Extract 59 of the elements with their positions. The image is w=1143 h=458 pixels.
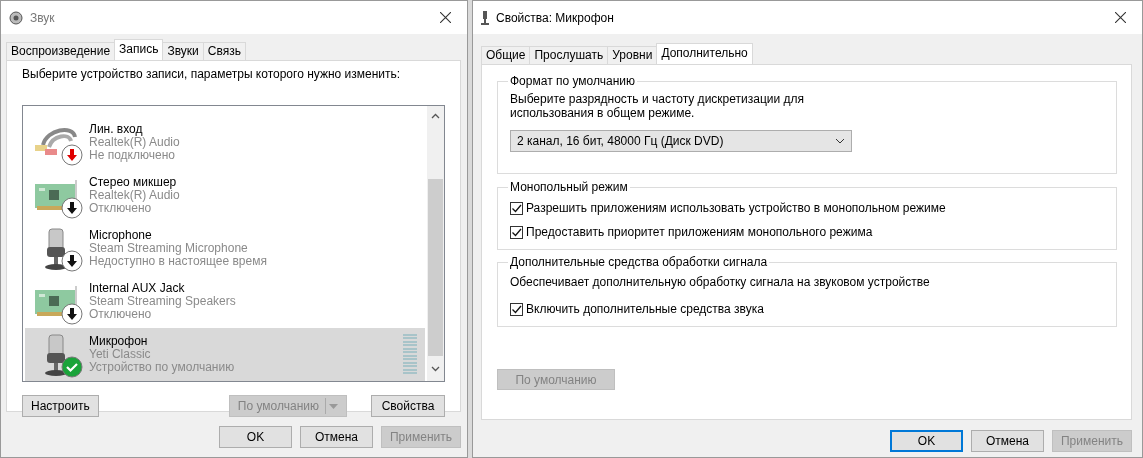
microphone-icon bbox=[481, 10, 489, 25]
device-driver: Steam Streaming Microphone bbox=[89, 242, 249, 255]
format-dropdown[interactable]: 2 канал, 16 бит, 48000 Гц (Диск DVD) bbox=[510, 130, 852, 152]
speaker-icon bbox=[9, 10, 23, 25]
configure-button[interactable]: Настроить bbox=[22, 395, 99, 417]
group-title: Формат по умолчанию bbox=[509, 74, 636, 88]
dialog-button[interactable]: OK bbox=[890, 430, 963, 452]
group-title: Дополнительные средства обработки сигнала bbox=[509, 255, 769, 269]
tab[interactable]: Уровни bbox=[607, 46, 658, 64]
device-name: Микрофон bbox=[89, 335, 149, 348]
tab[interactable]: Общие bbox=[481, 46, 531, 64]
device-item[interactable]: Internal AUX Jack Steam Streaming Speakers Отключено bbox=[25, 275, 425, 328]
close-icon bbox=[1114, 12, 1126, 23]
close-icon bbox=[439, 12, 451, 23]
tab[interactable]: Прослушать bbox=[529, 46, 609, 64]
device-status: Недоступно в настоящее время bbox=[89, 255, 268, 268]
tab[interactable]: Дополнительно bbox=[656, 43, 753, 64]
properties-button[interactable]: Свойства bbox=[371, 395, 445, 417]
checkbox-label: Разрешить приложениям использовать устройство в монопольном режиме bbox=[526, 201, 946, 215]
enhancements-description: Обеспечивает дополнительную обработку сигнала на звуковом устройстве bbox=[510, 275, 931, 289]
format-description: Выберите разрядность и частоту дискретизации для использования в общем режиме. bbox=[510, 92, 806, 120]
device-status: Устройство по умолчанию bbox=[89, 361, 236, 374]
device-driver: Realtek(R) Audio bbox=[89, 136, 181, 149]
group-title: Монопольный режим bbox=[509, 180, 629, 194]
checkbox[interactable] bbox=[510, 302, 523, 316]
checkbox-label: Включить дополнительные средства звука bbox=[526, 302, 764, 316]
dialog-button[interactable]: OK bbox=[219, 426, 292, 448]
device-status: Отключено bbox=[89, 202, 153, 215]
device-name: Microphone bbox=[89, 229, 153, 242]
device-driver: Yeti Classic bbox=[89, 348, 152, 361]
checkbox-label: Предоставить приоритет приложениям монопольного режима bbox=[526, 225, 873, 239]
device-name: Internal AUX Jack bbox=[89, 282, 186, 295]
device-status: Не подключено bbox=[89, 149, 176, 162]
device-driver: Realtek(R) Audio bbox=[89, 189, 181, 202]
instruction-text: Выберите устройство записи, параметры которого нужно изменить: bbox=[22, 67, 402, 81]
scroll-up-icon bbox=[431, 113, 440, 119]
dialog-button[interactable]: Отмена bbox=[300, 426, 373, 448]
window-title: Свойства: Микрофон bbox=[496, 10, 615, 25]
device-name: Стерео микшер bbox=[89, 176, 178, 189]
scroll-down-icon bbox=[431, 366, 440, 372]
caret-icon bbox=[329, 403, 338, 409]
tab[interactable]: Воспроизведение bbox=[6, 42, 116, 60]
tab[interactable]: Запись bbox=[114, 39, 164, 60]
device-name: Лин. вход bbox=[89, 123, 144, 136]
checkbox[interactable] bbox=[510, 225, 523, 239]
device-status: Отключено bbox=[89, 308, 152, 321]
checkbox[interactable] bbox=[510, 201, 523, 215]
tab[interactable]: Звуки bbox=[162, 42, 204, 60]
device-item[interactable]: Microphone Steam Streaming Microphone Недоступно в настоящее время bbox=[25, 222, 425, 275]
device-item[interactable]: Лин. вход Realtek(R) Audio Не подключено bbox=[25, 116, 425, 169]
device-item[interactable]: Стерео микшер Realtek(R) Audio Отключено bbox=[25, 169, 425, 222]
device-driver: Steam Streaming Speakers bbox=[89, 295, 237, 308]
device-item[interactable]: Микрофон Yeti Classic Устройство по умолчанию bbox=[25, 328, 425, 381]
dialog-button[interactable]: Отмена bbox=[971, 430, 1044, 452]
window-title: Звук bbox=[30, 10, 56, 25]
scrollbar[interactable] bbox=[427, 106, 444, 381]
tab[interactable]: Связь bbox=[202, 42, 246, 60]
chevron-down-icon bbox=[835, 138, 845, 144]
device-list[interactable] bbox=[22, 105, 445, 382]
